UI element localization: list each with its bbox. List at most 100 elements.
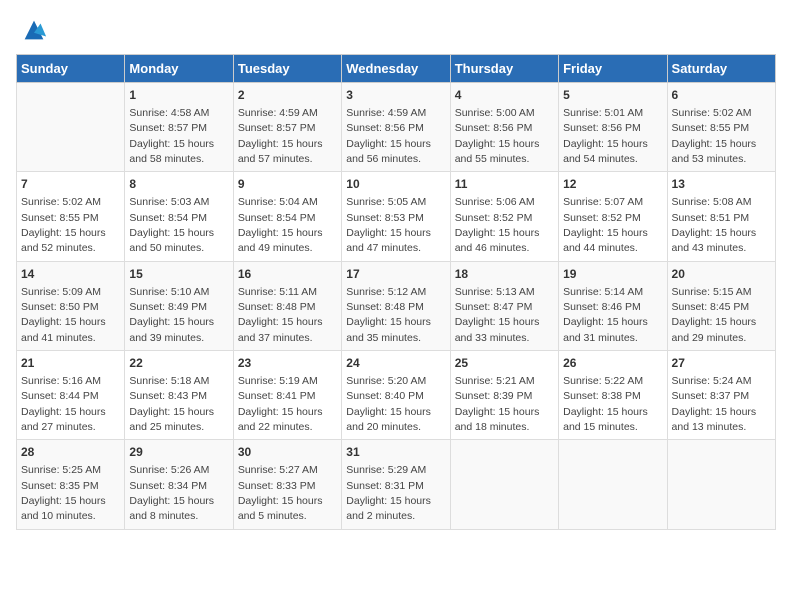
day-number: 4 (455, 87, 554, 104)
day-number: 12 (563, 176, 662, 193)
weekday-header-monday: Monday (125, 55, 233, 83)
calendar-cell (559, 440, 667, 529)
calendar-cell: 15 Sunrise: 5:10 AM Sunset: 8:49 PM Dayli… (125, 261, 233, 350)
calendar-week-row: 7 Sunrise: 5:02 AM Sunset: 8:55 PM Daylig… (17, 172, 776, 261)
calendar-cell: 30 Sunrise: 5:27 AM Sunset: 8:33 PM Dayli… (233, 440, 341, 529)
calendar-cell: 14Sunrise: 5:09 AM Sunset: 8:50 PM Dayli… (17, 261, 125, 350)
day-info: Sunrise: 5:20 AM Sunset: 8:40 PM Dayligh… (346, 375, 431, 433)
day-info: Sunrise: 5:07 AM Sunset: 8:52 PM Dayligh… (563, 196, 648, 254)
calendar-cell: 29 Sunrise: 5:26 AM Sunset: 8:34 PM Dayli… (125, 440, 233, 529)
day-info: Sunrise: 5:21 AM Sunset: 8:39 PM Dayligh… (455, 375, 540, 433)
day-number: 27 (672, 355, 771, 372)
day-info: Sunrise: 5:13 AM Sunset: 8:47 PM Dayligh… (455, 286, 540, 344)
day-number: 26 (563, 355, 662, 372)
calendar-cell: 3 Sunrise: 4:59 AM Sunset: 8:56 PM Daylig… (342, 83, 450, 172)
calendar-cell: 20 Sunrise: 5:15 AM Sunset: 8:45 PM Dayli… (667, 261, 775, 350)
day-info: Sunrise: 5:14 AM Sunset: 8:46 PM Dayligh… (563, 286, 648, 344)
day-info: Sunrise: 5:22 AM Sunset: 8:38 PM Dayligh… (563, 375, 648, 433)
day-info: Sunrise: 5:06 AM Sunset: 8:52 PM Dayligh… (455, 196, 540, 254)
header (16, 16, 776, 44)
calendar-cell: 1Sunrise: 4:58 AM Sunset: 8:57 PM Daylig… (125, 83, 233, 172)
day-number: 30 (238, 444, 337, 461)
calendar-cell: 17 Sunrise: 5:12 AM Sunset: 8:48 PM Dayli… (342, 261, 450, 350)
day-info: Sunrise: 5:03 AM Sunset: 8:54 PM Dayligh… (129, 196, 214, 254)
calendar-cell (667, 440, 775, 529)
day-number: 3 (346, 87, 445, 104)
calendar-cell: 27 Sunrise: 5:24 AM Sunset: 8:37 PM Dayli… (667, 351, 775, 440)
calendar-table: SundayMondayTuesdayWednesdayThursdayFrid… (16, 54, 776, 530)
day-info: Sunrise: 5:04 AM Sunset: 8:54 PM Dayligh… (238, 196, 323, 254)
day-number: 5 (563, 87, 662, 104)
calendar-week-row: 1Sunrise: 4:58 AM Sunset: 8:57 PM Daylig… (17, 83, 776, 172)
day-number: 29 (129, 444, 228, 461)
day-number: 25 (455, 355, 554, 372)
day-info: Sunrise: 5:27 AM Sunset: 8:33 PM Dayligh… (238, 464, 323, 522)
calendar-cell: 10 Sunrise: 5:05 AM Sunset: 8:53 PM Dayli… (342, 172, 450, 261)
calendar-cell: 24 Sunrise: 5:20 AM Sunset: 8:40 PM Dayli… (342, 351, 450, 440)
calendar-cell: 9Sunrise: 5:04 AM Sunset: 8:54 PM Daylig… (233, 172, 341, 261)
calendar-cell: 11 Sunrise: 5:06 AM Sunset: 8:52 PM Dayli… (450, 172, 558, 261)
weekday-header-row: SundayMondayTuesdayWednesdayThursdayFrid… (17, 55, 776, 83)
weekday-header-wednesday: Wednesday (342, 55, 450, 83)
day-info: Sunrise: 5:25 AM Sunset: 8:35 PM Dayligh… (21, 464, 106, 522)
day-number: 7 (21, 176, 120, 193)
weekday-header-tuesday: Tuesday (233, 55, 341, 83)
day-number: 11 (455, 176, 554, 193)
calendar-cell: 5Sunrise: 5:01 AM Sunset: 8:56 PM Daylig… (559, 83, 667, 172)
day-number: 31 (346, 444, 445, 461)
day-number: 15 (129, 266, 228, 283)
day-number: 21 (21, 355, 120, 372)
day-number: 18 (455, 266, 554, 283)
day-info: Sunrise: 5:29 AM Sunset: 8:31 PM Dayligh… (346, 464, 431, 522)
day-info: Sunrise: 5:00 AM Sunset: 8:56 PM Dayligh… (455, 107, 540, 165)
day-info: Sunrise: 5:10 AM Sunset: 8:49 PM Dayligh… (129, 286, 214, 344)
calendar-week-row: 14Sunrise: 5:09 AM Sunset: 8:50 PM Dayli… (17, 261, 776, 350)
calendar-cell: 19 Sunrise: 5:14 AM Sunset: 8:46 PM Dayli… (559, 261, 667, 350)
calendar-cell: 6 Sunrise: 5:02 AM Sunset: 8:55 PM Daylig… (667, 83, 775, 172)
calendar-cell: 31 Sunrise: 5:29 AM Sunset: 8:31 PM Dayli… (342, 440, 450, 529)
calendar-cell: 8 Sunrise: 5:03 AM Sunset: 8:54 PM Daylig… (125, 172, 233, 261)
day-info: Sunrise: 5:05 AM Sunset: 8:53 PM Dayligh… (346, 196, 431, 254)
weekday-header-friday: Friday (559, 55, 667, 83)
calendar-cell: 28 Sunrise: 5:25 AM Sunset: 8:35 PM Dayli… (17, 440, 125, 529)
day-number: 16 (238, 266, 337, 283)
day-info: Sunrise: 5:08 AM Sunset: 8:51 PM Dayligh… (672, 196, 757, 254)
calendar-cell: 25 Sunrise: 5:21 AM Sunset: 8:39 PM Dayli… (450, 351, 558, 440)
calendar-cell: 18 Sunrise: 5:13 AM Sunset: 8:47 PM Dayli… (450, 261, 558, 350)
day-info: Sunrise: 5:11 AM Sunset: 8:48 PM Dayligh… (238, 286, 323, 344)
day-info: Sunrise: 5:02 AM Sunset: 8:55 PM Dayligh… (21, 196, 106, 254)
calendar-cell: 16 Sunrise: 5:11 AM Sunset: 8:48 PM Dayli… (233, 261, 341, 350)
day-number: 6 (672, 87, 771, 104)
day-number: 8 (129, 176, 228, 193)
day-number: 28 (21, 444, 120, 461)
logo (16, 16, 48, 44)
day-info: Sunrise: 5:15 AM Sunset: 8:45 PM Dayligh… (672, 286, 757, 344)
calendar-week-row: 28 Sunrise: 5:25 AM Sunset: 8:35 PM Dayli… (17, 440, 776, 529)
day-info: Sunrise: 5:16 AM Sunset: 8:44 PM Dayligh… (21, 375, 106, 433)
day-number: 14 (21, 266, 120, 283)
calendar-cell: 22Sunrise: 5:18 AM Sunset: 8:43 PM Dayli… (125, 351, 233, 440)
weekday-header-thursday: Thursday (450, 55, 558, 83)
calendar-cell: 21 Sunrise: 5:16 AM Sunset: 8:44 PM Dayli… (17, 351, 125, 440)
day-info: Sunrise: 5:18 AM Sunset: 8:43 PM Dayligh… (129, 375, 214, 433)
day-number: 24 (346, 355, 445, 372)
day-info: Sunrise: 4:59 AM Sunset: 8:56 PM Dayligh… (346, 107, 431, 165)
day-info: Sunrise: 4:58 AM Sunset: 8:57 PM Dayligh… (129, 107, 214, 165)
day-info: Sunrise: 5:02 AM Sunset: 8:55 PM Dayligh… (672, 107, 757, 165)
calendar-cell: 2Sunrise: 4:59 AM Sunset: 8:57 PM Daylig… (233, 83, 341, 172)
weekday-header-saturday: Saturday (667, 55, 775, 83)
day-info: Sunrise: 5:12 AM Sunset: 8:48 PM Dayligh… (346, 286, 431, 344)
day-number: 20 (672, 266, 771, 283)
day-number: 10 (346, 176, 445, 193)
day-number: 13 (672, 176, 771, 193)
day-number: 19 (563, 266, 662, 283)
day-number: 17 (346, 266, 445, 283)
calendar-cell: 13 Sunrise: 5:08 AM Sunset: 8:51 PM Dayli… (667, 172, 775, 261)
day-info: Sunrise: 5:19 AM Sunset: 8:41 PM Dayligh… (238, 375, 323, 433)
day-info: Sunrise: 5:24 AM Sunset: 8:37 PM Dayligh… (672, 375, 757, 433)
calendar-cell: 12 Sunrise: 5:07 AM Sunset: 8:52 PM Dayli… (559, 172, 667, 261)
calendar-cell (450, 440, 558, 529)
day-info: Sunrise: 4:59 AM Sunset: 8:57 PM Dayligh… (238, 107, 323, 165)
logo-icon (20, 16, 48, 44)
day-info: Sunrise: 5:26 AM Sunset: 8:34 PM Dayligh… (129, 464, 214, 522)
